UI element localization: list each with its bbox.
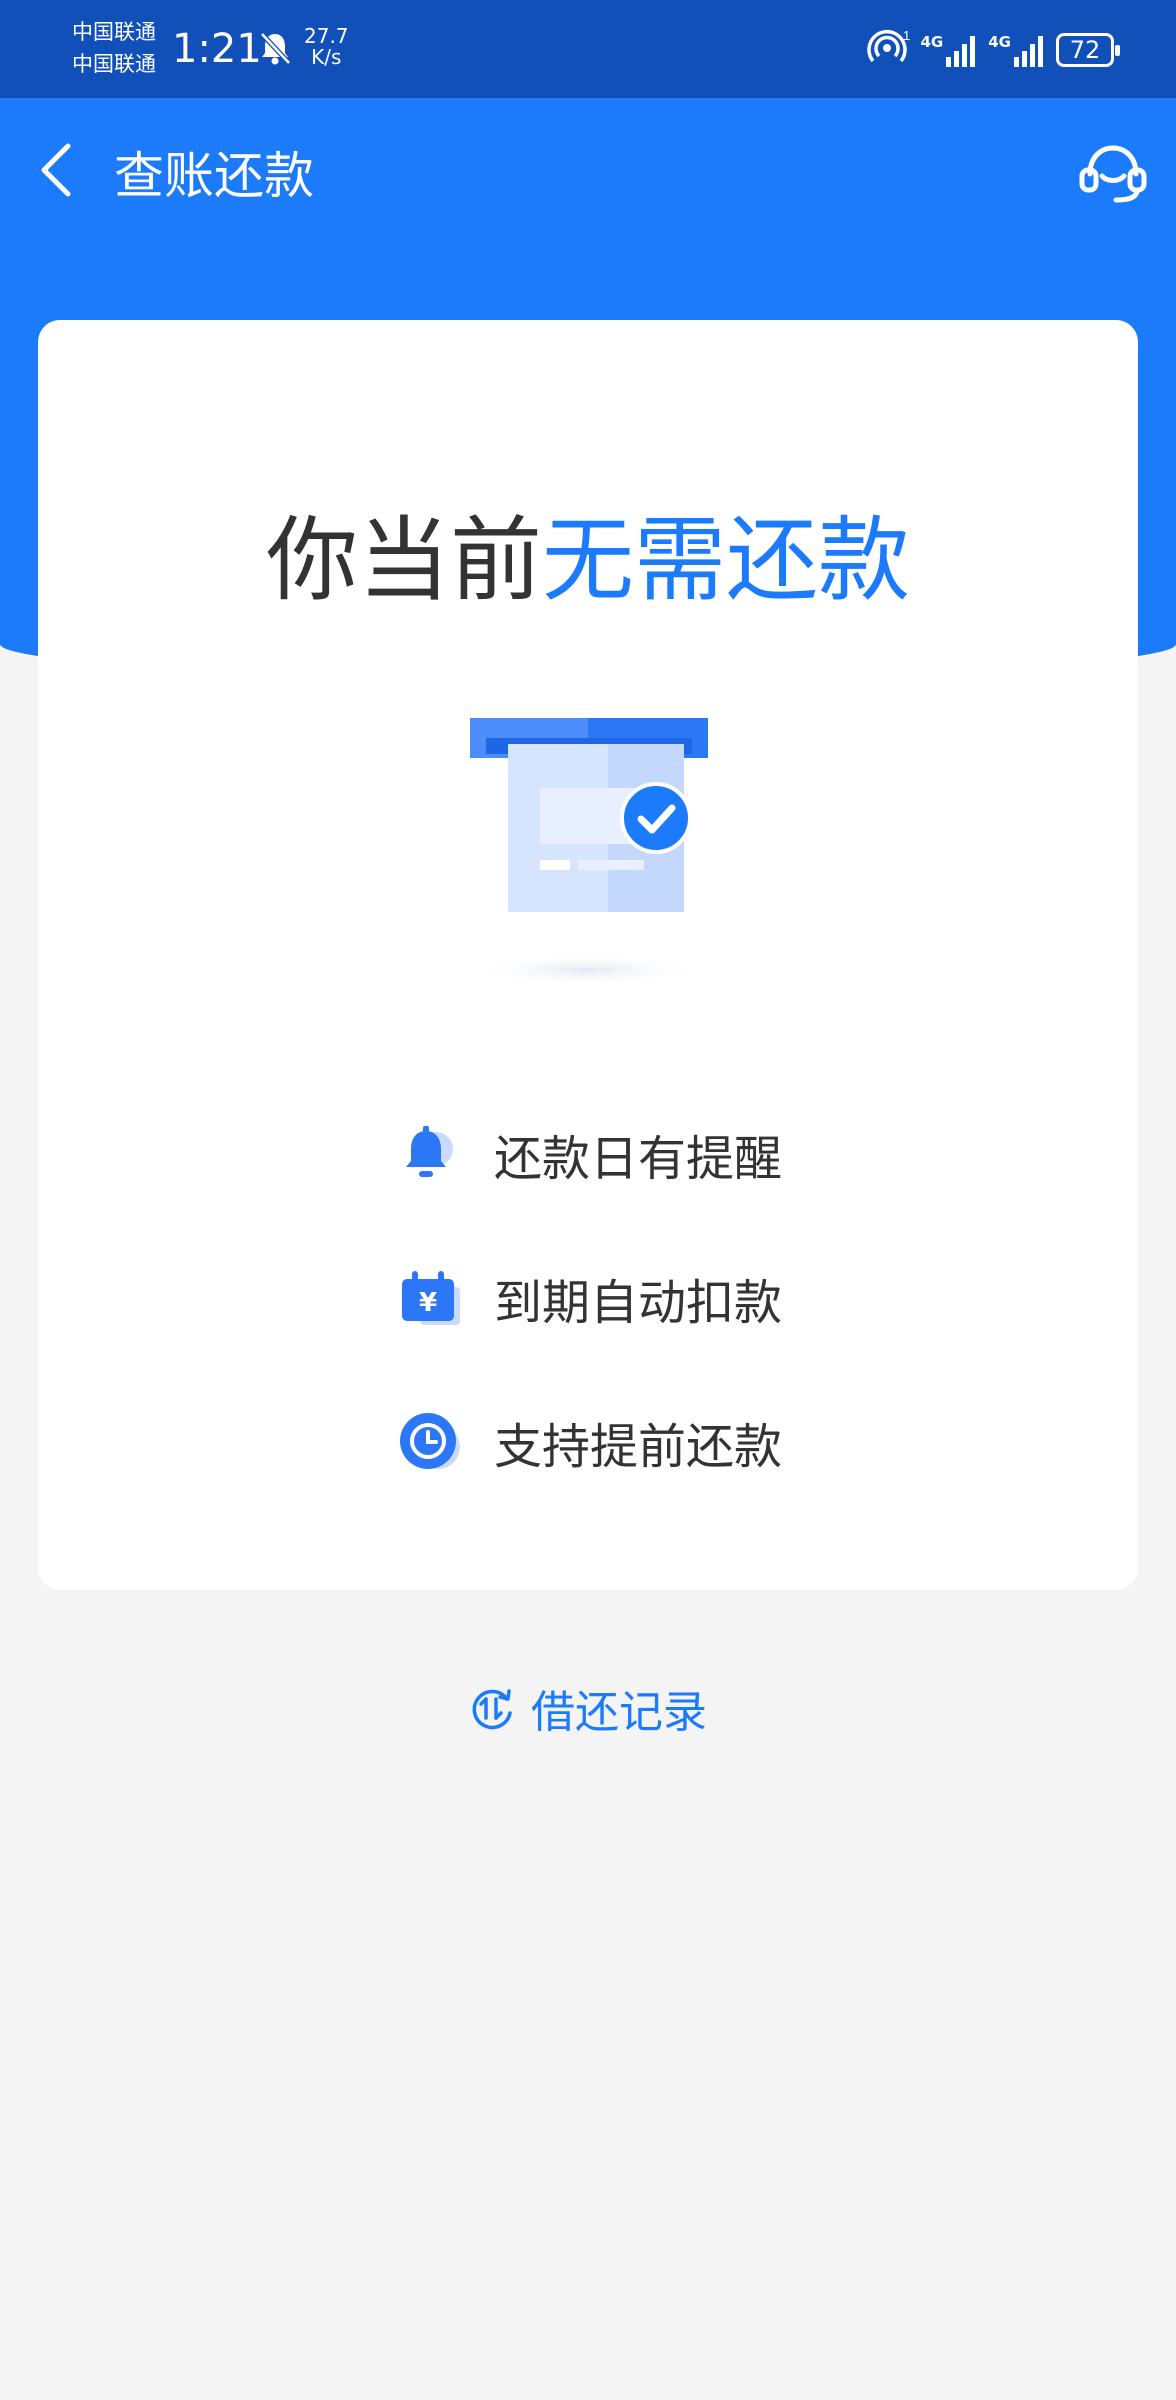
carrier-1: 中国联通 — [72, 20, 156, 44]
network-type-2: 4G — [988, 33, 1011, 51]
loan-record-link[interactable]: 借还记录 — [0, 1676, 1176, 1740]
signal-2-icon: 4G — [988, 33, 1046, 67]
net-speed-unit: K/s — [311, 45, 342, 69]
bell-icon — [398, 1123, 480, 1185]
feature-label: 支持提前还款 — [494, 1419, 783, 1475]
svg-text:¥: ¥ — [419, 1288, 437, 1318]
chevron-left-icon — [41, 143, 71, 197]
history-icon — [472, 1689, 512, 1730]
clock-icon — [398, 1409, 480, 1475]
customer-service-button[interactable] — [1078, 140, 1148, 210]
calendar-yuan-icon: ¥ — [398, 1267, 480, 1329]
back-button[interactable] — [32, 140, 80, 204]
feature-item: 还款日有提醒 — [398, 1082, 782, 1226]
status-right: 1 4G 4G 72 — [866, 28, 1120, 72]
no-bill-illustration — [458, 690, 718, 994]
net-speed-value: 27.7 — [304, 24, 349, 48]
bell-muted-icon — [258, 30, 292, 70]
headset-icon — [1079, 145, 1147, 203]
status-time: 1:21 — [172, 26, 262, 72]
status-headline: 你当前无需还款 — [38, 486, 1138, 619]
carrier-names: 中国联通 中国联通 — [72, 16, 156, 80]
repayment-status-card: 你当前无需还款 还款日有提醒 ¥ 到期自动扣款 支持提前还款 — [38, 320, 1138, 1590]
headline-highlight: 无需还款 — [542, 507, 911, 614]
feature-list: 还款日有提醒 ¥ 到期自动扣款 支持提前还款 — [398, 1082, 782, 1514]
feature-item: 支持提前还款 — [398, 1370, 782, 1514]
hotspot-icon: 1 — [866, 28, 911, 72]
headline-normal: 你当前 — [265, 507, 542, 614]
feature-label: 还款日有提醒 — [494, 1131, 783, 1187]
carrier-2: 中国联通 — [72, 52, 156, 76]
battery-indicator: 72 — [1056, 33, 1120, 67]
feature-item: ¥ 到期自动扣款 — [398, 1226, 782, 1370]
record-label: 借还记录 — [531, 1687, 707, 1738]
net-speed: 27.7 K/s — [304, 26, 349, 68]
feature-label: 到期自动扣款 — [494, 1275, 783, 1331]
svg-text:1: 1 — [903, 28, 910, 43]
battery-level: 72 — [1069, 36, 1101, 64]
status-bar: 中国联通 中国联通 1:21 27.7 K/s 1 4G 4G 72 — [0, 0, 1176, 98]
page-title: 查账还款 — [114, 147, 314, 205]
signal-1-icon: 4G — [921, 33, 979, 67]
network-type-1: 4G — [920, 33, 944, 51]
